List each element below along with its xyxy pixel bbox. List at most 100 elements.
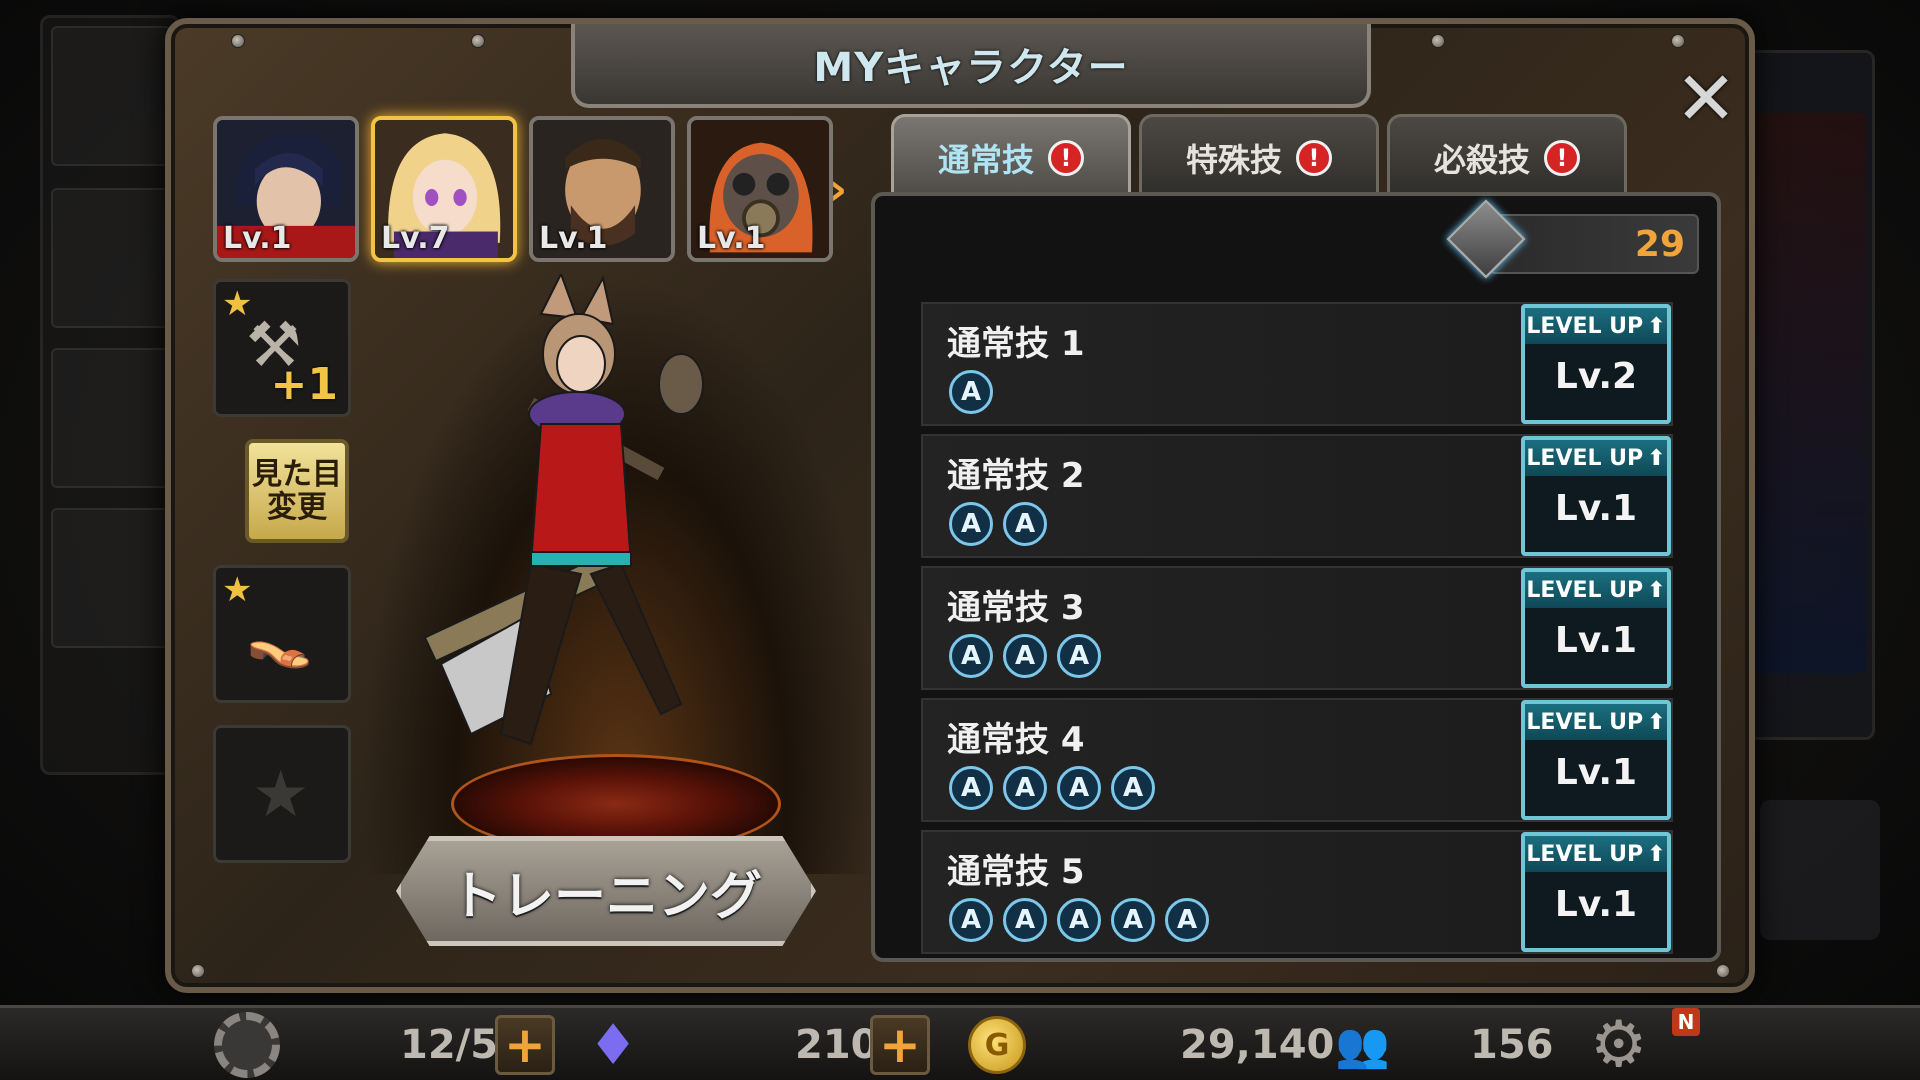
character-portrait-4[interactable]: Lv.1 xyxy=(687,116,833,262)
training-button-label: トレーニング xyxy=(449,866,762,927)
title-bar: MYキャラクター xyxy=(571,24,1371,108)
skill-row: 通常技 3 A A A LEVEL UP ⬆ Lv.1 xyxy=(921,566,1673,690)
portrait-level: Lv.7 xyxy=(381,221,450,256)
level-up-header: LEVEL UP ⬆ xyxy=(1525,440,1667,476)
tab-special-skills[interactable]: 特殊技 ! xyxy=(1139,114,1379,198)
skill-row: 通常技 2 A A LEVEL UP ⬆ Lv.1 xyxy=(921,434,1673,558)
add-gems-button[interactable]: + xyxy=(870,1015,930,1075)
arrow-up-icon: ⬆ xyxy=(1647,709,1666,735)
training-button[interactable]: トレーニング xyxy=(396,836,816,946)
attack-button-chip: A xyxy=(949,634,993,678)
skill-level: Lv.1 xyxy=(1554,884,1638,925)
add-stamina-button[interactable]: + xyxy=(495,1015,555,1075)
level-up-label: LEVEL UP xyxy=(1526,709,1644,735)
portrait-level: Lv.1 xyxy=(539,221,608,256)
attack-button-chip: A xyxy=(1003,502,1047,546)
background-side-panel xyxy=(40,15,180,775)
level-up-button[interactable]: LEVEL UP ⬆ Lv.1 xyxy=(1521,832,1671,952)
weapon-plus-value: +1 xyxy=(270,359,338,410)
character-portrait-1[interactable]: Lv.1 xyxy=(213,116,359,262)
attack-button-chip: A xyxy=(1057,898,1101,942)
rarity-star-icon: ★ xyxy=(222,570,253,610)
attack-button-chip: A xyxy=(949,898,993,942)
settings-gear-icon[interactable]: ⚙ xyxy=(1590,1008,1670,1080)
level-up-button[interactable]: LEVEL UP ⬆ Lv.1 xyxy=(1521,700,1671,820)
level-up-button[interactable]: LEVEL UP ⬆ Lv.1 xyxy=(1521,568,1671,688)
command-chips: A A A A xyxy=(949,766,1155,810)
background-slot xyxy=(51,508,171,648)
change-appearance-label: 見た目 変更 xyxy=(252,457,342,525)
rivet xyxy=(231,34,245,48)
rivet xyxy=(1716,964,1730,978)
character-portrait-3[interactable]: Lv.1 xyxy=(529,116,675,262)
skill-tabs: 通常技 ! 特殊技 ! 必殺技 ! xyxy=(891,114,1627,198)
level-up-header: LEVEL UP ⬆ xyxy=(1525,704,1667,740)
level-up-button[interactable]: LEVEL UP ⬆ Lv.2 xyxy=(1521,304,1671,424)
arrow-up-icon: ⬆ xyxy=(1647,577,1666,603)
skill-level: Lv.2 xyxy=(1554,356,1638,397)
attack-button-chip: A xyxy=(1003,634,1047,678)
chevron-right-icon[interactable]: › xyxy=(829,164,847,215)
coin-icon-wrap: G xyxy=(968,1016,1026,1074)
change-appearance-button[interactable]: 見た目 変更 xyxy=(245,439,349,543)
gem-icon-wrap: ♦ xyxy=(588,1013,638,1078)
character-selector: Lv.1 Lv.7 Lv.1 Lv.1 xyxy=(213,116,833,262)
background-banner-panel xyxy=(1740,50,1875,740)
stamina-counter: 12/5 xyxy=(400,1016,498,1074)
level-up-label: LEVEL UP xyxy=(1526,577,1644,603)
gold-value: 29,140 xyxy=(1180,1022,1335,1068)
portrait-level: Lv.1 xyxy=(697,221,766,256)
arrow-up-icon: ⬆ xyxy=(1647,445,1666,471)
attack-button-chip: A xyxy=(1003,898,1047,942)
background-portrait xyxy=(51,26,171,166)
alert-icon: ! xyxy=(1544,139,1580,176)
background-slot xyxy=(51,348,171,488)
level-up-label: LEVEL UP xyxy=(1526,313,1644,339)
tab-normal-skills[interactable]: 通常技 ! xyxy=(891,114,1131,198)
friends-icon-wrap: 👥 xyxy=(1335,1016,1390,1074)
tab-label: 通常技 xyxy=(937,140,1034,179)
rivet xyxy=(1431,34,1445,48)
gear-icon[interactable] xyxy=(214,1012,280,1078)
level-up-label: LEVEL UP xyxy=(1526,445,1644,471)
attack-button-chip: A xyxy=(949,370,993,414)
alert-icon: ! xyxy=(1296,139,1332,176)
command-chips: A A A A A xyxy=(949,898,1209,942)
command-chips: A A xyxy=(949,502,1047,546)
level-up-button[interactable]: LEVEL UP ⬆ Lv.1 xyxy=(1521,436,1671,556)
character-portrait-2[interactable]: Lv.7 xyxy=(371,116,517,262)
skill-name: 通常技 4 xyxy=(947,720,1085,760)
attack-button-chip: A xyxy=(1057,634,1101,678)
attack-button-chip: A xyxy=(1111,898,1155,942)
skill-row: 通常技 5 A A A A A LEVEL UP ⬆ Lv.1 xyxy=(921,830,1673,954)
empty-star-icon: ★ xyxy=(252,758,310,832)
skill-name: 通常技 1 xyxy=(947,324,1085,364)
arrow-up-icon: ⬆ xyxy=(1647,841,1666,867)
empty-accessory-slot[interactable]: ★ xyxy=(213,725,351,863)
skill-row: 通常技 4 A A A A LEVEL UP ⬆ Lv.1 xyxy=(921,698,1673,822)
gem-add: + xyxy=(870,1015,930,1075)
close-icon[interactable]: ✕ xyxy=(1661,54,1751,144)
skill-list: 通常技 1 A LEVEL UP ⬆ Lv.2 通常技 2 A A LEVEL … xyxy=(921,302,1673,962)
weapon-slot[interactable]: ★ ⚒ +1 xyxy=(213,279,351,417)
game-screen: MYキャラクター ✕ Lv.1 Lv.7 Lv.1 Lv.1 › ★ ⚒ +1 … xyxy=(0,0,1920,1080)
character-sprite xyxy=(423,274,704,746)
gem-value: 210 xyxy=(795,1022,879,1068)
cube-icon xyxy=(1446,199,1526,279)
notification-badge: N xyxy=(1672,1008,1700,1036)
gold-counter: 29,140 xyxy=(1180,1016,1334,1074)
level-up-header: LEVEL UP ⬆ xyxy=(1525,308,1667,344)
stamina-value: 12/5 xyxy=(400,1022,499,1068)
tab-finisher-skills[interactable]: 必殺技 ! xyxy=(1387,114,1627,198)
level-up-header: LEVEL UP ⬆ xyxy=(1525,836,1667,872)
shoes-slot[interactable]: ★ 👡 xyxy=(213,565,351,703)
sandal-icon: 👡 xyxy=(246,608,314,671)
skill-level: Lv.1 xyxy=(1554,488,1638,529)
bottom-status-bar: 12/5 + ♦ 210 + G 29,140 👥 156 ⚙ N xyxy=(0,1005,1920,1080)
friends-value: 156 xyxy=(1470,1022,1554,1068)
equipment-column: ★ ⚒ +1 見た目 変更 ★ 👡 ★ xyxy=(213,279,351,885)
rivet xyxy=(191,964,205,978)
rivet xyxy=(1671,34,1685,48)
background-arrow xyxy=(1760,800,1880,940)
level-up-header: LEVEL UP ⬆ xyxy=(1525,572,1667,608)
